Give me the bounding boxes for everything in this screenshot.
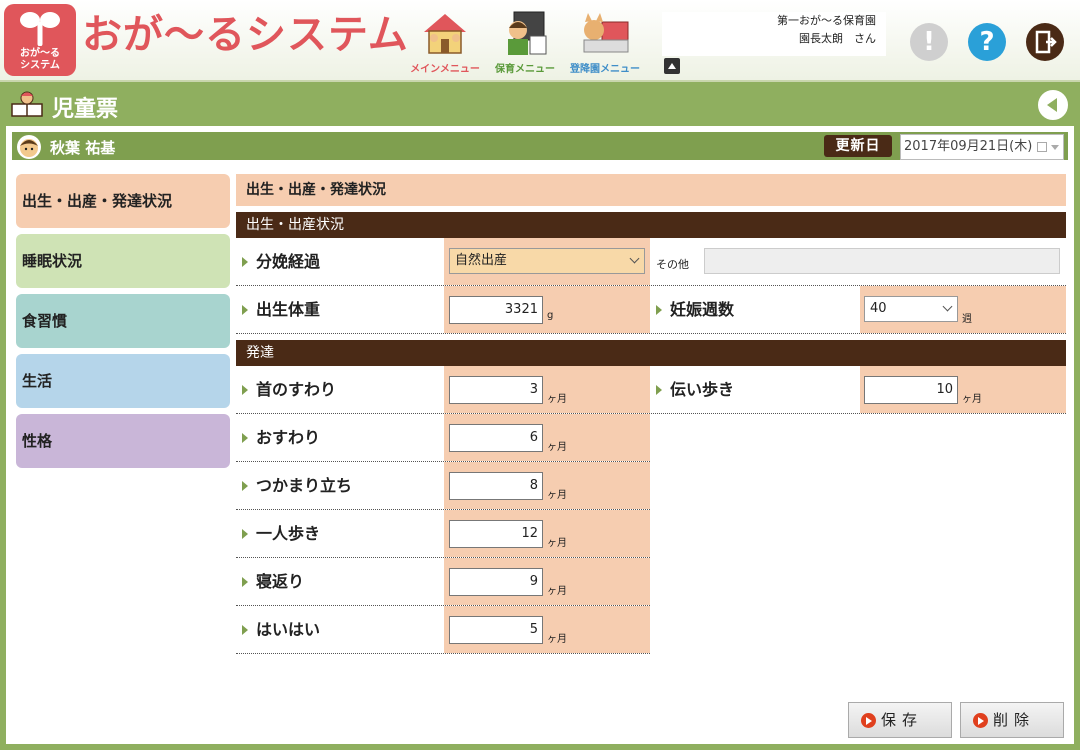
attendance-menu-label: 登降園メニュー	[570, 64, 640, 75]
head-control-unit: ヶ月	[547, 394, 567, 405]
birth-weight-unit: g	[547, 310, 554, 321]
delivery-value: 自然出産	[455, 253, 508, 268]
logo-text-line1: おが～る	[20, 48, 60, 59]
head-control-row: 首のすわり 3 ヶ月 伝い歩き 10 ヶ月	[236, 366, 1066, 414]
tab-daily-life[interactable]: 生活	[16, 354, 230, 408]
delete-button-label: 削除	[993, 711, 1036, 729]
rolling-row: 寝返り 9 ヶ月	[236, 558, 650, 606]
birth-weight-label: 出生体重	[236, 286, 444, 333]
chevron-down-icon	[629, 253, 640, 264]
app-logo[interactable]: おが～る システム	[4, 4, 76, 76]
pull-stand-unit: ヶ月	[547, 490, 567, 501]
walking-unit: ヶ月	[547, 538, 567, 549]
arrow-right-circle-icon	[973, 713, 988, 728]
attendance-menu-button[interactable]: 登降園メニュー	[568, 6, 642, 75]
gestation-label: 妊娠週数	[650, 286, 860, 333]
update-date-select[interactable]: 2017年09月21日(木)	[900, 134, 1064, 160]
cruising-label: 伝い歩き	[650, 366, 860, 413]
rolling-unit: ヶ月	[547, 586, 567, 597]
sitting-unit: ヶ月	[547, 442, 567, 453]
delete-button[interactable]: 削除	[960, 702, 1064, 738]
arrow-right-circle-icon	[861, 713, 876, 728]
crawling-unit: ヶ月	[547, 634, 567, 645]
other-input[interactable]	[704, 248, 1060, 274]
main-menu-button[interactable]: メインメニュー	[408, 6, 482, 75]
tab-eating-habits[interactable]: 食習慣	[16, 294, 230, 348]
child-name: 秋葉 祐基	[50, 139, 116, 157]
rolling-input[interactable]: 9	[449, 568, 543, 596]
update-date-value: 2017年09月21日(木)	[904, 139, 1033, 154]
cat-terminal-icon	[583, 13, 629, 53]
collapse-header-button[interactable]	[664, 58, 680, 74]
development-subheading: 発達	[236, 340, 1066, 366]
main-panel: 秋葉 祐基 更新日 2017年09月21日(木) 出生・出産・発達状況 睡眠状況…	[6, 126, 1074, 744]
user-info: 第一おが～る保育園 園長太朗 さん	[662, 12, 886, 56]
help-icon[interactable]: ?	[968, 23, 1006, 61]
crawling-input[interactable]: 5	[449, 616, 543, 644]
app-title: おが～るシステム	[82, 12, 409, 58]
delivery-select[interactable]: 自然出産	[449, 248, 645, 274]
walking-input[interactable]: 12	[449, 520, 543, 548]
chevron-down-icon	[1051, 145, 1059, 150]
teacher-icon	[508, 11, 547, 55]
reading-child-icon	[11, 91, 43, 117]
page-title-bar: 児童票	[0, 84, 1080, 124]
pull-stand-label: つかまり立ち	[236, 462, 444, 509]
door-exit-icon	[1035, 30, 1057, 54]
gestation-select[interactable]: 40	[864, 296, 958, 322]
head-control-input[interactable]: 3	[449, 376, 543, 404]
head-control-label: 首のすわり	[236, 366, 444, 413]
update-date-label: 更新日	[824, 135, 892, 157]
main-menu-label: メインメニュー	[410, 64, 480, 75]
tab-personality[interactable]: 性格	[16, 414, 230, 468]
cruising-unit: ヶ月	[962, 394, 982, 405]
alert-icon[interactable]: !	[910, 23, 948, 61]
chevron-down-icon	[942, 301, 953, 312]
back-button[interactable]	[1036, 88, 1070, 122]
birth-subheading: 出生・出産状況	[236, 212, 1066, 238]
calendar-icon	[1037, 142, 1047, 152]
save-button-label: 保存	[881, 711, 924, 729]
gestation-value: 40	[870, 301, 887, 316]
walking-label: 一人歩き	[236, 510, 444, 557]
tab-birth-development[interactable]: 出生・出産・発達状況	[16, 174, 230, 228]
cruising-input[interactable]: 10	[864, 376, 958, 404]
gestation-unit: 週	[962, 314, 972, 325]
childcare-menu-label: 保育メニュー	[495, 64, 555, 75]
child-header: 秋葉 祐基 更新日 2017年09月21日(木)	[12, 132, 1068, 160]
child-avatar-icon	[17, 135, 41, 159]
sitting-row: おすわり 6 ヶ月	[236, 414, 650, 462]
user-name: 園長太朗 さん	[799, 32, 876, 45]
birth-weight-input[interactable]: 3321	[449, 296, 543, 324]
sitting-input[interactable]: 6	[449, 424, 543, 452]
facility-name: 第一おが～る保育園	[777, 14, 876, 27]
walking-row: 一人歩き 12 ヶ月	[236, 510, 650, 558]
app-header: おが～る システム おが～るシステム メインメニュー 保育メニュー 登降園メニュ…	[0, 0, 1080, 82]
sprout-icon	[20, 12, 60, 46]
sitting-label: おすわり	[236, 414, 444, 461]
logout-icon[interactable]	[1026, 23, 1064, 61]
section-title: 出生・出産・発達状況	[236, 174, 1066, 206]
other-label: その他	[656, 258, 689, 271]
childcare-menu-button[interactable]: 保育メニュー	[488, 6, 562, 75]
delivery-label: 分娩経過	[236, 238, 444, 285]
tab-sleep[interactable]: 睡眠状況	[16, 234, 230, 288]
pull-stand-row: つかまり立ち 8 ヶ月	[236, 462, 650, 510]
crawling-row: はいはい 5 ヶ月	[236, 606, 650, 654]
birth-weight-row: 出生体重 3321 g 妊娠週数 40 週	[236, 286, 1066, 334]
crawling-label: はいはい	[236, 606, 444, 653]
save-button[interactable]: 保存	[848, 702, 952, 738]
pull-stand-input[interactable]: 8	[449, 472, 543, 500]
page-title: 児童票	[52, 97, 119, 122]
rolling-label: 寝返り	[236, 558, 444, 605]
house-icon	[424, 14, 466, 54]
delivery-row: 分娩経過 自然出産 その他	[236, 238, 1066, 286]
logo-text-line2: システム	[20, 60, 60, 71]
